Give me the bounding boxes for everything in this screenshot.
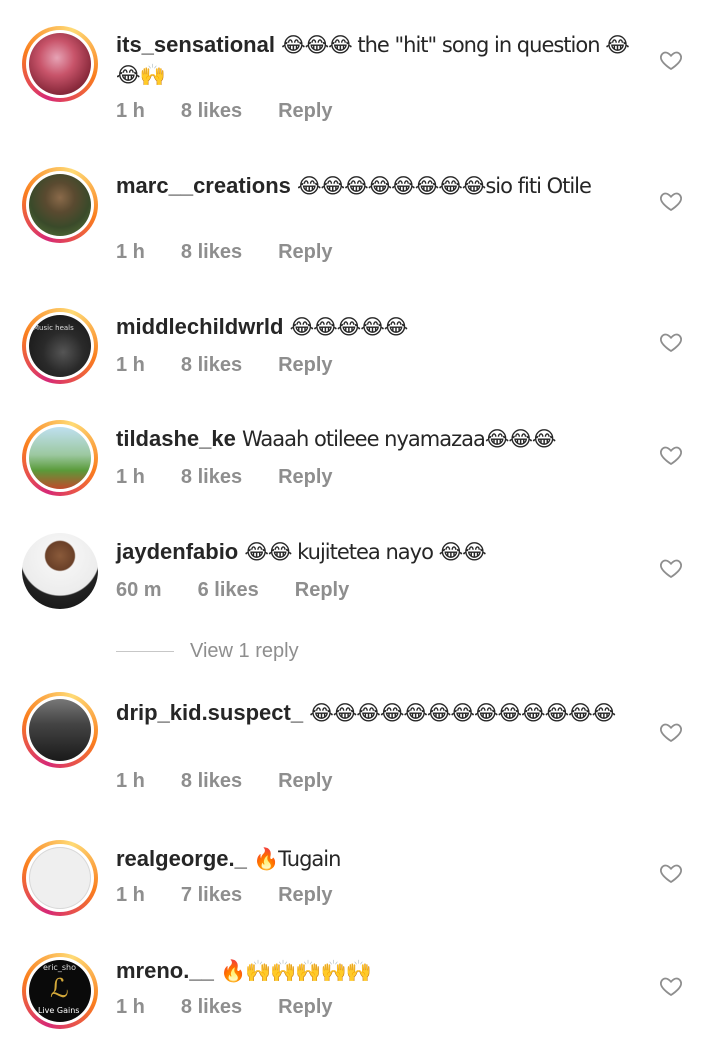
username[interactable]: realgeorge._	[116, 846, 247, 871]
avatar-image	[29, 174, 91, 236]
avatar-image	[29, 847, 91, 909]
username[interactable]: mreno.__	[116, 958, 214, 983]
avatar[interactable]: Music heals	[22, 308, 98, 384]
comment-time: 1 h	[116, 241, 145, 263]
avatar-image	[22, 533, 98, 609]
reply-button[interactable]: Reply	[278, 354, 332, 377]
comment-text: 😂😂😂😂😂😂😂😂sio fiti Otile	[297, 174, 592, 198]
comment-time: 60 m	[116, 579, 162, 601]
username[interactable]: middlechildwrld	[116, 314, 283, 339]
heart-outline-icon[interactable]	[658, 443, 684, 467]
likes-count[interactable]: 6 likes	[198, 579, 259, 602]
username[interactable]: marc__creations	[116, 173, 291, 198]
avatar-caption-bottom: Live Gains	[38, 1006, 80, 1015]
heart-outline-icon[interactable]	[658, 861, 684, 885]
avatar[interactable]	[22, 26, 98, 102]
logo-mark: ℒ	[50, 974, 69, 1004]
avatar[interactable]	[22, 167, 98, 243]
heart-outline-icon[interactable]	[658, 556, 684, 580]
avatar-caption-top: eric_sho	[43, 963, 76, 972]
avatar-image	[29, 699, 91, 761]
reply-button[interactable]: Reply	[278, 466, 332, 489]
reply-button[interactable]: Reply	[278, 241, 332, 264]
avatar[interactable]	[22, 420, 98, 496]
likes-count[interactable]: 7 likes	[181, 884, 242, 907]
comment-time: 1 h	[116, 354, 145, 376]
comment-time: 1 h	[116, 770, 145, 792]
heart-outline-icon[interactable]	[658, 330, 684, 354]
avatar[interactable]	[22, 840, 98, 916]
avatar-caption: Music heals	[33, 324, 74, 332]
avatar-image: eric_sho ℒ Live Gains	[29, 960, 91, 1022]
avatar-image: Music heals	[29, 315, 91, 377]
reply-button[interactable]: Reply	[295, 579, 349, 602]
likes-count[interactable]: 8 likes	[181, 996, 242, 1019]
divider-line	[116, 650, 174, 652]
reply-button[interactable]: Reply	[278, 770, 332, 793]
comment-text: 😂😂😂😂😂	[289, 315, 409, 339]
reply-button[interactable]: Reply	[278, 996, 332, 1019]
username[interactable]: tildashe_ke	[116, 426, 236, 451]
likes-count[interactable]: 8 likes	[181, 466, 242, 489]
avatar[interactable]	[22, 692, 98, 768]
comment-time: 1 h	[116, 884, 145, 906]
comment-time: 1 h	[116, 996, 145, 1018]
likes-count[interactable]: 8 likes	[181, 354, 242, 377]
reply-button[interactable]: Reply	[278, 884, 332, 907]
username[interactable]: jaydenfabio	[116, 539, 238, 564]
comment-text: 😂😂😂😂😂😂😂😂😂😂😂😂😂	[309, 701, 616, 725]
heart-outline-icon[interactable]	[658, 720, 684, 744]
avatar-image	[29, 33, 91, 95]
avatar-image	[29, 427, 91, 489]
reply-button[interactable]: Reply	[278, 100, 332, 123]
comment-text: 🔥🙌🙌🙌🙌🙌	[219, 959, 372, 983]
view-replies-label: View 1 reply	[190, 639, 299, 662]
avatar[interactable]: eric_sho ℒ Live Gains	[22, 953, 98, 1029]
comment-text: 😂😂 kujitetea nayo 😂😂	[244, 540, 486, 564]
heart-outline-icon[interactable]	[658, 974, 684, 998]
username[interactable]: its_sensational	[116, 32, 275, 57]
comment-text: 🔥Tugain	[252, 847, 341, 871]
heart-outline-icon[interactable]	[658, 189, 684, 213]
comment-time: 1 h	[116, 100, 145, 122]
likes-count[interactable]: 8 likes	[181, 770, 242, 793]
heart-outline-icon[interactable]	[658, 48, 684, 72]
likes-count[interactable]: 8 likes	[181, 100, 242, 123]
comment-time: 1 h	[116, 466, 145, 488]
comment-text: Waaah otileee nyamazaa😂😂😂	[241, 427, 557, 451]
view-replies-button[interactable]: View 1 reply	[116, 638, 299, 664]
username[interactable]: drip_kid.suspect_	[116, 700, 303, 725]
avatar[interactable]	[22, 533, 98, 609]
likes-count[interactable]: 8 likes	[181, 241, 242, 264]
